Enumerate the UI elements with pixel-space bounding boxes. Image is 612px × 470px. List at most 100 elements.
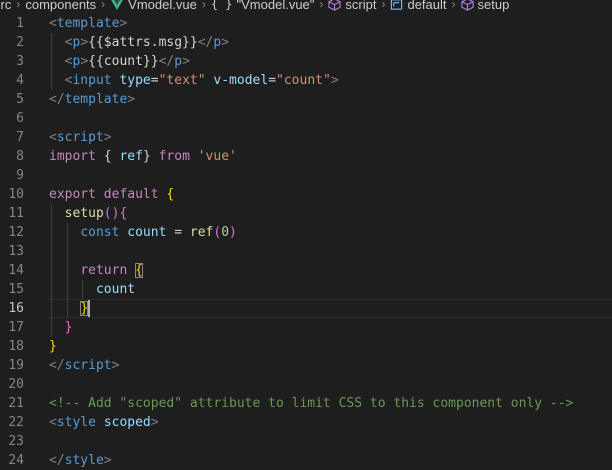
code-token: count: [127, 225, 167, 240]
text-cursor: [88, 300, 91, 317]
line-number: 24: [8, 453, 24, 468]
line-number: 17: [8, 320, 24, 335]
indent-guide: [66, 223, 68, 318]
line-number: 15: [8, 282, 24, 297]
line-number: 6: [16, 111, 24, 126]
code-token: =: [150, 73, 159, 88]
code-token: ref: [119, 149, 143, 164]
code-line[interactable]: 22 <style scoped>: [0, 413, 612, 432]
code-line[interactable]: 17 }: [0, 318, 612, 337]
code-line[interactable]: 9: [0, 166, 612, 185]
code-token: >: [182, 54, 190, 69]
line-number: 19: [8, 358, 24, 373]
code-text: <script>: [49, 128, 112, 147]
breadcrumb-item[interactable]: { } "Vmodel.vue": [211, 0, 315, 12]
code-token: default: [103, 187, 159, 202]
code-text: setup(){: [49, 204, 128, 223]
code-line[interactable]: 20: [0, 375, 612, 394]
code-token: >: [221, 35, 230, 50]
line-number: 1: [16, 16, 24, 31]
code-token: =: [166, 225, 190, 240]
breadcrumb-label: default: [407, 0, 447, 12]
code-token: from: [158, 149, 190, 164]
code-token: <: [49, 16, 57, 31]
code-token: p: [174, 54, 183, 69]
breadcrumb-label: setup: [477, 0, 510, 12]
method-icon: [460, 0, 474, 11]
code-line[interactable]: 14 return {: [0, 261, 612, 280]
code-line[interactable]: 19 </script>: [0, 356, 612, 375]
code-token: template: [64, 92, 128, 107]
code-line[interactable]: 4 <input type="text" v-model="count">: [0, 71, 612, 90]
breadcrumb-item[interactable]: components: [25, 0, 96, 12]
code-token: }: [142, 149, 159, 164]
code-line[interactable]: 1 <template>: [0, 14, 612, 33]
breadcrumb-item[interactable]: default: [390, 0, 447, 12]
code-line[interactable]: 13: [0, 242, 612, 261]
code-line[interactable]: 18}: [0, 337, 612, 356]
code-line[interactable]: 21 <!-- Add "scoped" attribute to limit C…: [0, 394, 612, 413]
code-line[interactable]: 5 </template>: [0, 90, 612, 109]
code-line[interactable]: 7 <script>: [0, 128, 612, 147]
code-token: =: [268, 73, 277, 88]
code-text: </script>: [49, 356, 119, 375]
code-token: }: [49, 339, 57, 354]
code-text: <input type="text" v-model="count">: [49, 71, 339, 90]
code-token: </: [49, 92, 65, 107]
code-token: }: [64, 320, 73, 335]
vue-logo-icon: [110, 0, 124, 10]
line-number: 10: [8, 187, 24, 202]
code-text: }: [49, 318, 73, 337]
code-text: <style scoped>: [49, 413, 159, 432]
code-line[interactable]: 2 <p>{{$attrs.msg}}</p>: [0, 33, 612, 52]
code-line[interactable]: 12 const count = ref(0): [0, 223, 612, 242]
code-token: >: [111, 358, 120, 373]
code-token: {: [119, 206, 128, 221]
code-line[interactable]: 10 export default {: [0, 185, 612, 204]
code-token: import: [49, 149, 96, 164]
breadcrumb-item[interactable]: script: [328, 0, 376, 12]
line-number: 21: [8, 396, 24, 411]
code-line[interactable]: 6: [0, 109, 612, 128]
code-token: export: [49, 187, 96, 202]
code-line[interactable]: 23: [0, 432, 612, 451]
code-token: >: [80, 54, 89, 69]
code-text: import { ref} from 'vue': [49, 147, 237, 166]
code-text: const count = ref(0): [49, 223, 237, 242]
code-token: >: [103, 130, 112, 145]
code-token: count: [95, 282, 136, 297]
code-token: return: [80, 263, 128, 278]
code-line[interactable]: 24 </style>: [0, 451, 612, 470]
code-token: >: [103, 453, 112, 468]
code-editor[interactable]: 1 <template> 2 <p>{{$attrs.msg}}</p> 3 <p>{…: [0, 14, 612, 470]
line-number: 13: [8, 244, 24, 259]
breadcrumb-item[interactable]: setup: [460, 0, 510, 12]
code-token: 0: [221, 225, 230, 240]
code-token: style: [56, 415, 96, 430]
code-line[interactable]: 3 <p>{{count}}</p>: [0, 52, 612, 71]
code-token: <: [49, 415, 57, 430]
code-token: (): [103, 206, 120, 221]
code-line[interactable]: 8 import { ref} from 'vue': [0, 147, 612, 166]
code-token: style: [64, 453, 104, 468]
code-token: >: [150, 415, 159, 430]
code-line[interactable]: 11 setup(){: [0, 204, 612, 223]
code-line[interactable]: 16 }: [0, 299, 612, 318]
code-token: const: [80, 225, 120, 240]
code-line[interactable]: 15 count: [0, 280, 612, 299]
code-token: script: [64, 358, 112, 373]
chevron-right-icon: ›: [201, 0, 206, 11]
code-text: </template>: [49, 90, 135, 109]
breadcrumb-label: src: [0, 0, 12, 12]
code-token: {: [166, 187, 175, 202]
line-number: 3: [16, 54, 24, 69]
code-text: }: [49, 299, 89, 318]
code-token: <: [49, 130, 57, 145]
breadcrumb-item[interactable]: Vmodel.vue: [110, 0, 197, 12]
code-token: >: [119, 16, 128, 31]
breadcrumb-item[interactable]: src: [0, 0, 11, 12]
